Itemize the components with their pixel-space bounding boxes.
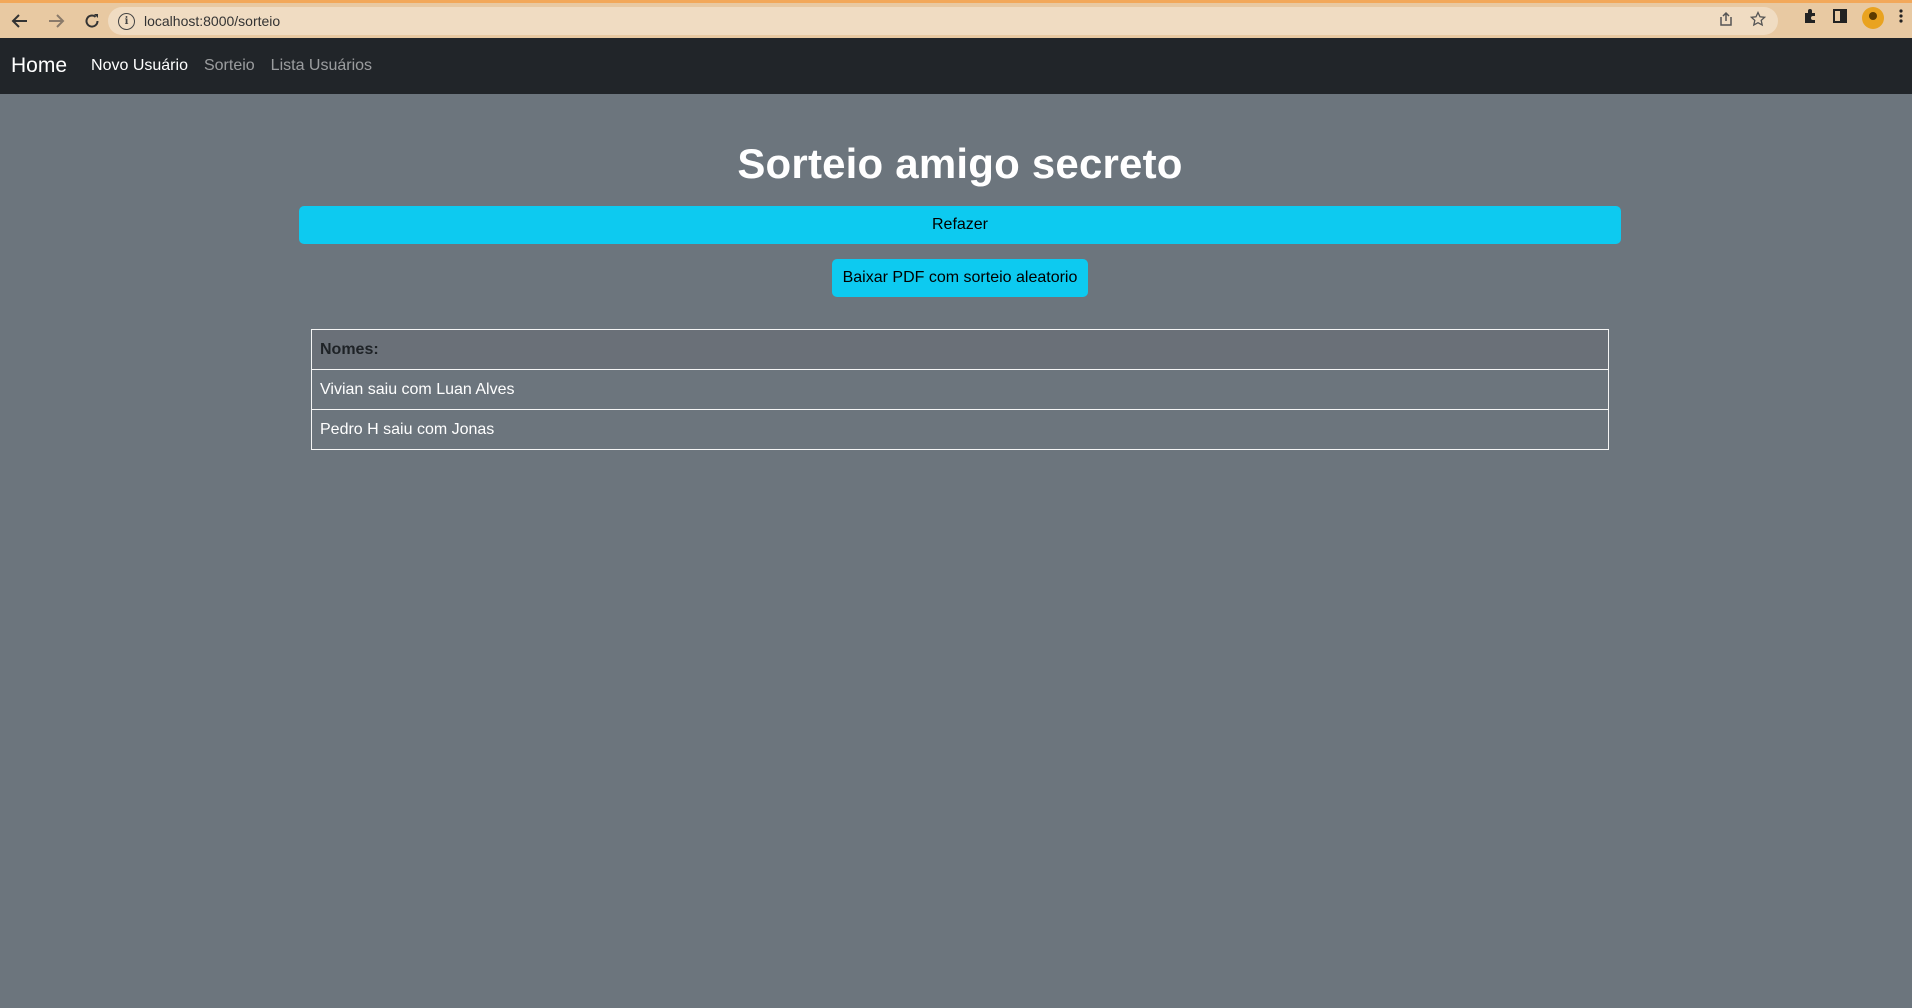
table-header-row: Nomes:: [311, 329, 1609, 370]
profile-avatar-icon[interactable]: [1862, 7, 1884, 29]
nav-link-lista-usuarios[interactable]: Lista Usuários: [271, 57, 372, 75]
browser-toolbar: i localhost:8000/sorteio: [0, 0, 1912, 38]
site-navbar: Home Novo Usuário Sorteio Lista Usuários: [0, 38, 1912, 94]
refazer-button[interactable]: Refazer: [299, 206, 1621, 244]
bookmark-star-icon[interactable]: [1749, 10, 1767, 32]
address-bar[interactable]: i localhost:8000/sorteio: [108, 7, 1778, 35]
share-icon[interactable]: [1718, 11, 1734, 32]
nav-link-sorteio[interactable]: Sorteio: [204, 57, 255, 75]
table-cell: Pedro H saiu com Jonas: [311, 409, 1609, 450]
side-panel-icon[interactable]: [1832, 8, 1848, 29]
table-row: Pedro H saiu com Jonas: [311, 409, 1609, 450]
table-row: Vivian saiu com Luan Alves: [311, 369, 1609, 410]
reload-icon[interactable]: [76, 5, 108, 37]
nav-link-novo-usuario[interactable]: Novo Usuário: [91, 57, 188, 75]
extensions-icon[interactable]: [1802, 8, 1818, 29]
forward-icon[interactable]: [40, 5, 72, 37]
site-info-icon[interactable]: i: [118, 12, 135, 30]
draw-results-table: Nomes: Vivian saiu com Luan Alves Pedro …: [311, 329, 1609, 450]
url-text[interactable]: localhost:8000/sorteio: [144, 13, 280, 29]
download-pdf-button[interactable]: Baixar PDF com sorteio aleatorio: [832, 259, 1088, 297]
table-header-nomes: Nomes:: [311, 329, 1609, 370]
menu-kebab-icon[interactable]: [1898, 8, 1904, 29]
table-cell: Vivian saiu com Luan Alves: [311, 369, 1609, 410]
navbar-brand-home[interactable]: Home: [11, 54, 67, 78]
back-icon[interactable]: [4, 5, 36, 37]
page-title: Sorteio amigo secreto: [737, 140, 1183, 187]
